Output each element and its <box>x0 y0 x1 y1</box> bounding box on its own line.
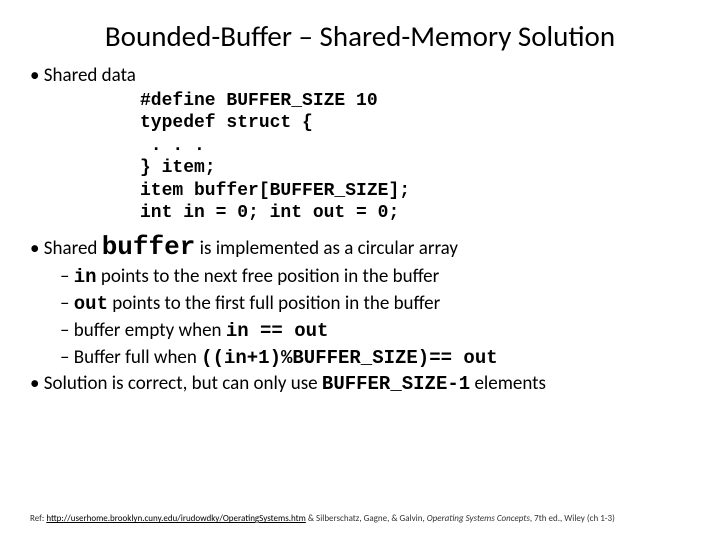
code-in: in <box>74 266 97 288</box>
bullet-in: in points to the next free position in t… <box>60 265 690 290</box>
code-block: #define BUFFER_SIZE 10 typedef struct { … <box>140 90 690 225</box>
text: Solution is correct, but can only use <box>44 372 322 395</box>
code-buffer: buffer <box>102 232 196 262</box>
footer-mid: & Silberschatz, Gagne, & Galvin, <box>306 513 427 524</box>
text: is implemented as a circular array <box>200 237 458 260</box>
code-size: BUFFER_SIZE-1 <box>322 373 470 395</box>
bullet-empty: buffer empty when in == out <box>60 319 690 344</box>
text: Shared <box>44 237 98 260</box>
bullet-shared-buffer: Shared buffer is implemented as a circul… <box>30 231 690 264</box>
bullet-out: out points to the first full position in… <box>60 292 690 317</box>
text: points to the next free position in the … <box>101 265 439 288</box>
code-full: ((in+1)%BUFFER_SIZE)== out <box>201 347 497 369</box>
code-empty: in == out <box>226 320 329 342</box>
footer-link: http://userhome.brooklyn.cuny.edu/irudow… <box>46 513 306 524</box>
bullet-full: Buffer full when ((in+1)%BUFFER_SIZE)== … <box>60 346 690 371</box>
text: elements <box>474 372 546 395</box>
slide-title: Bounded-Buffer – Shared-Memory Solution <box>30 18 690 54</box>
text: Buffer full when <box>74 346 201 369</box>
footer-book: Operating Systems Concepts <box>427 513 530 524</box>
footer: Ref: http://userhome.brooklyn.cuny.edu/i… <box>30 513 690 524</box>
content: Shared data #define BUFFER_SIZE 10 typed… <box>30 64 690 397</box>
bullet-shared-data: Shared data <box>30 64 690 88</box>
footer-tail: , 7th ed., Wiley (ch 1-3) <box>530 513 615 524</box>
text: buffer empty when <box>74 319 226 342</box>
footer-ref: Ref: <box>30 513 46 524</box>
code-out: out <box>74 293 108 315</box>
bullet-solution: Solution is correct, but can only use BU… <box>30 372 690 397</box>
text: points to the first full position in the… <box>112 292 440 315</box>
